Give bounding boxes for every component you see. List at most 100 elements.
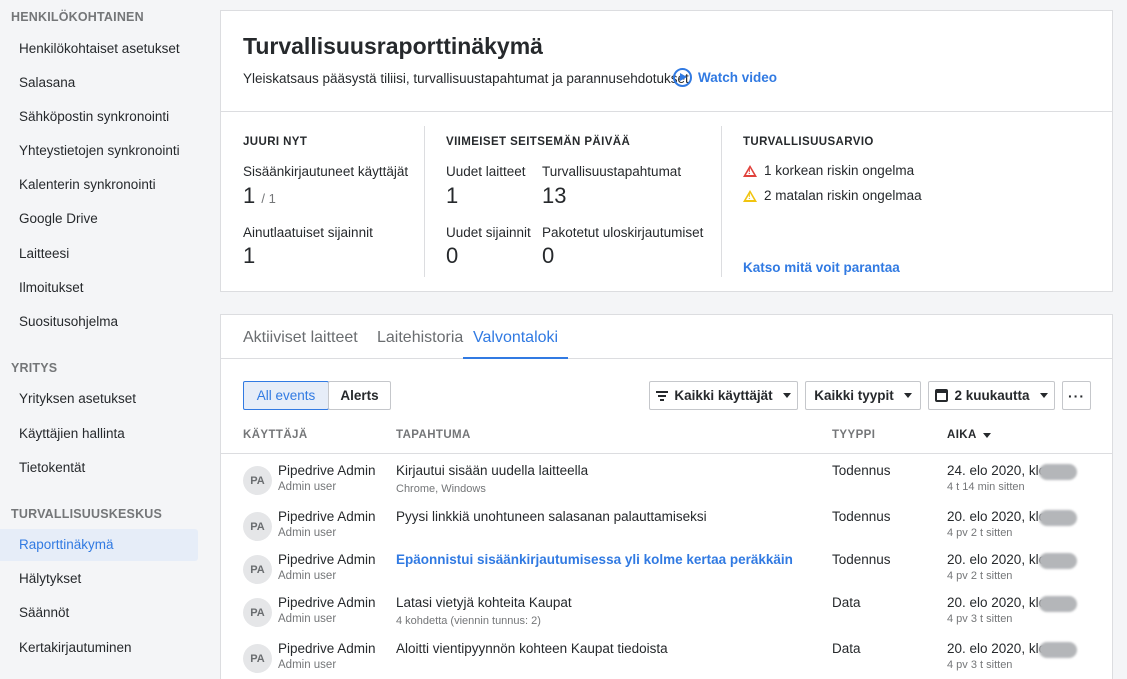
table-row[interactable]: PA Pipedrive Admin Admin user Pyysi link… xyxy=(221,506,1112,552)
user-role: Admin user xyxy=(278,481,337,493)
table-row[interactable]: PA Pipedrive Admin Admin user Kirjautui … xyxy=(221,460,1112,506)
redacted-time xyxy=(1039,464,1077,480)
user-role: Admin user xyxy=(278,659,337,671)
sidebar-section-personal: HENKILÖKOHTAINEN xyxy=(11,10,144,24)
column-header-time[interactable]: AIKA xyxy=(947,429,991,441)
alerts-button[interactable]: Alerts xyxy=(328,381,391,410)
security-events-label: Turvallisuustapahtumat xyxy=(542,164,682,179)
failed-login-event-link[interactable]: Epäonnistui sisäänkirjautumisessa yli ko… xyxy=(396,552,793,567)
event-type: Todennus xyxy=(832,509,891,524)
new-locations-label: Uudet sijainnit xyxy=(446,225,531,240)
sidebar-item-sso[interactable]: Kertakirjautuminen xyxy=(0,632,198,664)
divider xyxy=(221,453,1112,454)
sidebar-item-notifications[interactable]: Ilmoitukset xyxy=(0,272,198,304)
column-header-user[interactable]: KÄYTTÄJÄ xyxy=(243,429,308,441)
sort-desc-icon xyxy=(982,432,991,438)
high-risk-label: 1 korkean riskin ongelma xyxy=(764,163,915,178)
avatar: PA xyxy=(243,555,272,584)
divider xyxy=(221,111,1112,112)
warning-triangle-icon xyxy=(743,164,757,177)
user-role: Admin user xyxy=(278,570,337,582)
user-name: Pipedrive Admin xyxy=(278,641,376,656)
table-row[interactable]: PA Pipedrive Admin Admin user Epäonnistu… xyxy=(221,549,1112,595)
sidebar-item-referral[interactable]: Suositusohjelma xyxy=(0,306,198,338)
chevron-down-icon xyxy=(782,393,791,398)
sidebar-section-security: TURVALLISUUSKESKUS xyxy=(11,507,163,521)
sidebar-item-password[interactable]: Salasana xyxy=(0,67,198,99)
sidebar-item-contacts-sync[interactable]: Yhteystietojen synkronointi xyxy=(0,135,198,167)
column-header-type[interactable]: TYYPPI xyxy=(832,429,875,441)
stats-now-heading: JUURI NYT xyxy=(243,136,308,148)
page-title: Turvallisuusraporttinäkymä xyxy=(243,33,543,59)
new-devices-label: Uudet laitteet xyxy=(446,164,526,179)
redacted-time xyxy=(1039,596,1077,612)
warning-triangle-icon xyxy=(743,189,757,202)
sidebar-item-alerts[interactable]: Hälytykset xyxy=(0,563,198,595)
sidebar-item-rules[interactable]: Säännöt xyxy=(0,597,198,629)
redacted-time xyxy=(1039,510,1077,526)
table-row[interactable]: PA Pipedrive Admin Admin user Latasi vie… xyxy=(221,592,1112,638)
types-filter-label: Kaikki tyypit xyxy=(814,388,894,403)
event-ago: 4 t 14 min sitten xyxy=(947,481,1025,493)
avatar: PA xyxy=(243,512,272,541)
event-ago: 4 pv 3 t sitten xyxy=(947,659,1013,671)
sidebar: HENKILÖKOHTAINEN Henkilökohtaiset asetuk… xyxy=(0,0,206,679)
tab-bar: Aktiiviset laitteet Laitehistoria Valvon… xyxy=(221,315,1112,359)
filter-icon xyxy=(656,390,669,401)
unique-locations-label: Ainutlaatuiset sijainnit xyxy=(243,225,373,240)
new-locations-value: 0 xyxy=(446,243,459,268)
logged-in-users-total: / 1 xyxy=(261,191,276,206)
sidebar-item-personal-settings[interactable]: Henkilökohtaiset asetukset xyxy=(0,33,198,65)
event-time: 20. elo 2020, klo xyxy=(947,552,1047,567)
sidebar-item-google-drive[interactable]: Google Drive xyxy=(0,203,198,235)
redacted-time xyxy=(1039,553,1077,569)
event-time: 24. elo 2020, klo xyxy=(947,463,1047,478)
more-options-button[interactable]: ··· xyxy=(1062,381,1091,410)
table-row[interactable]: PA Pipedrive Admin Admin user Aloitti vi… xyxy=(221,638,1112,679)
event-type: Data xyxy=(832,641,861,656)
column-header-event[interactable]: TAPAHTUMA xyxy=(396,429,471,441)
event-time: 20. elo 2020, klo xyxy=(947,641,1047,656)
event-text: Pyysi linkkiä unohtuneen salasanan palau… xyxy=(396,509,707,524)
sidebar-item-company-settings[interactable]: Yrityksen asetukset xyxy=(0,383,198,415)
divider xyxy=(721,126,722,277)
sidebar-item-devices[interactable]: Laitteesi xyxy=(0,238,198,270)
watch-video-link[interactable]: Watch video xyxy=(673,68,777,87)
low-risk-label: 2 matalan riskin ongelmaa xyxy=(764,188,922,203)
logged-in-users-label: Sisäänkirjautuneet käyttäjät xyxy=(243,164,409,179)
event-text: Kirjautui sisään uudella laitteella xyxy=(396,463,589,478)
types-filter-dropdown[interactable]: Kaikki tyypit xyxy=(805,381,921,410)
sidebar-item-email-sync[interactable]: Sähköpostin synkronointi xyxy=(0,101,198,133)
redacted-time xyxy=(1039,642,1077,658)
event-time: 20. elo 2020, klo xyxy=(947,509,1047,524)
event-time: 20. elo 2020, klo xyxy=(947,595,1047,610)
audit-log-card: Aktiiviset laitteet Laitehistoria Valvon… xyxy=(220,314,1113,679)
sidebar-item-data-fields[interactable]: Tietokentät xyxy=(0,452,198,484)
all-events-button[interactable]: All events xyxy=(243,381,329,410)
improve-security-link[interactable]: Katso mitä voit parantaa xyxy=(743,260,900,275)
calendar-icon xyxy=(935,389,949,402)
sidebar-item-user-management[interactable]: Käyttäjien hallinta xyxy=(0,418,198,450)
page-subtitle: Yleiskatsaus pääsystä tiliisi, turvallis… xyxy=(243,71,689,86)
user-name: Pipedrive Admin xyxy=(278,463,376,478)
user-name: Pipedrive Admin xyxy=(278,552,376,567)
period-filter-dropdown[interactable]: 2 kuukautta xyxy=(928,381,1055,410)
security-events-value: 13 xyxy=(542,183,567,208)
new-devices-value: 1 xyxy=(446,183,459,208)
avatar: PA xyxy=(243,644,272,673)
play-circle-icon xyxy=(673,68,692,87)
chevron-down-icon xyxy=(1039,393,1048,398)
tab-device-history[interactable]: Laitehistoria xyxy=(377,329,463,359)
event-detail: Chrome, Windows xyxy=(396,483,486,495)
tab-active-devices[interactable]: Aktiiviset laitteet xyxy=(243,329,358,359)
period-filter-label: 2 kuukautta xyxy=(954,388,1030,403)
sidebar-item-report-view[interactable]: Raporttinäkymä xyxy=(0,529,198,561)
tab-audit-log[interactable]: Valvontaloki xyxy=(463,329,569,359)
event-detail: 4 kohdetta (viennin tunnus: 2) xyxy=(396,615,541,627)
event-ago: 4 pv 3 t sitten xyxy=(947,613,1013,625)
users-filter-label: Kaikki käyttäjät xyxy=(674,388,773,403)
users-filter-dropdown[interactable]: Kaikki käyttäjät xyxy=(649,381,798,410)
watch-video-label: Watch video xyxy=(698,70,778,85)
sidebar-item-calendar-sync[interactable]: Kalenterin synkronointi xyxy=(0,169,198,201)
event-ago: 4 pv 2 t sitten xyxy=(947,527,1013,539)
